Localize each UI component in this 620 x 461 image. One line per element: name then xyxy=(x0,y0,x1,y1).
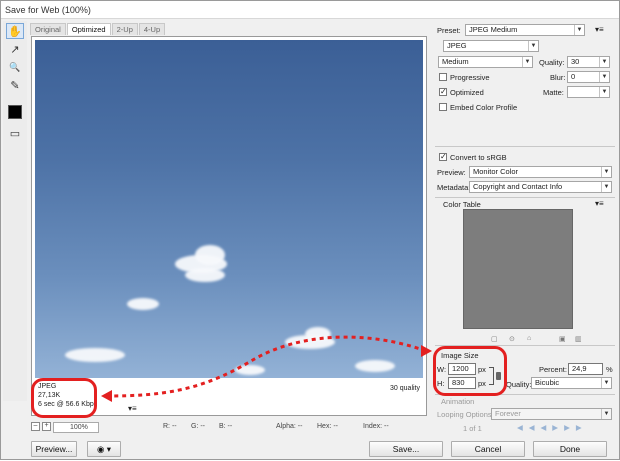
arrow-head-left xyxy=(101,390,112,402)
save-for-web-window: Save for Web (100%) ✋ ↗ 🔍 ✎ ▭ Original O… xyxy=(0,0,620,460)
arrow-head-right xyxy=(421,345,432,357)
arrow-path xyxy=(106,335,427,398)
annotation-arrow xyxy=(101,335,432,402)
